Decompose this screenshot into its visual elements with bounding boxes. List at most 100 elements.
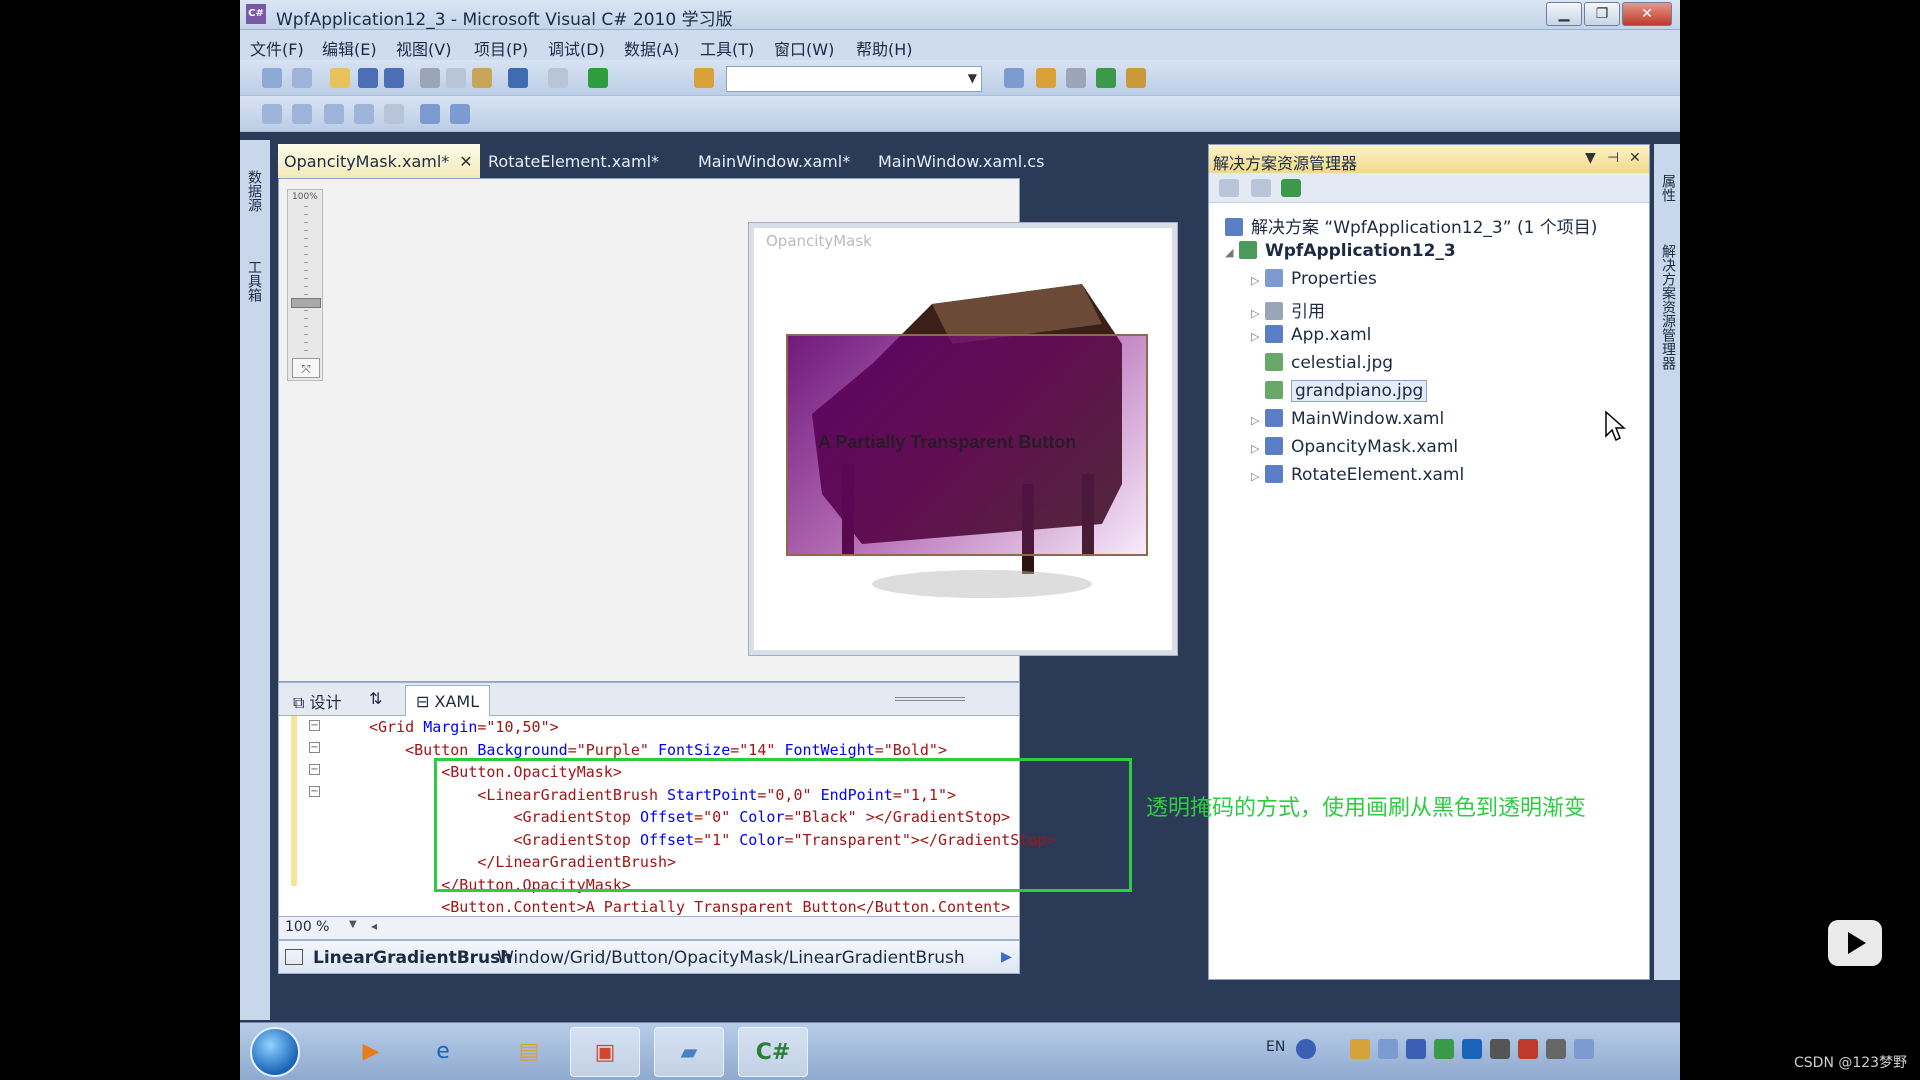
start-page-icon[interactable] xyxy=(1096,68,1116,88)
menu-tools[interactable]: 工具(T) xyxy=(700,36,754,60)
menu-project[interactable]: 项目(P) xyxy=(474,36,528,60)
tree-item-mainwindow[interactable]: ▷ MainWindow.xaml xyxy=(1251,409,1444,433)
speaker-icon[interactable] xyxy=(1574,1039,1594,1059)
solution-explorer-icon[interactable] xyxy=(1004,68,1024,88)
tree-item-references[interactable]: ▷ 引用 xyxy=(1251,297,1325,322)
tab-opancitymask[interactable]: OpancityMask.xaml* ✕ xyxy=(278,144,480,178)
code-line[interactable]: <Button.Content>A Partially Transparent … xyxy=(369,898,1010,916)
presentation-app-icon[interactable]: ▣ xyxy=(570,1027,640,1077)
text-size-icon[interactable] xyxy=(354,104,374,124)
tree-item-properties[interactable]: ▷ Properties xyxy=(1251,269,1377,293)
tree-item-rotateelement[interactable]: ▷ RotateElement.xaml xyxy=(1251,465,1464,489)
redo-icon[interactable] xyxy=(548,68,568,88)
design-surface[interactable]: 100% ⤧ OpancityMask A Partially Transpar… xyxy=(278,178,1177,682)
copy-icon[interactable] xyxy=(446,68,466,88)
align-icon[interactable] xyxy=(292,104,312,124)
tray-utility-icon[interactable] xyxy=(1490,1039,1510,1059)
cut-icon[interactable] xyxy=(420,68,440,88)
tray-app-icon[interactable] xyxy=(1350,1039,1370,1059)
solution-explorer-tab[interactable]: 解决方案资源管理器 xyxy=(1658,244,1678,370)
network-icon[interactable] xyxy=(1406,1039,1426,1059)
xaml-view-tab[interactable]: ⊟ XAML xyxy=(405,685,491,717)
notebook-app-icon[interactable]: ▰ xyxy=(654,1027,724,1077)
visual-csharp-icon[interactable]: C# xyxy=(738,1027,808,1077)
design-view-tab[interactable]: ⧉ 设计 xyxy=(293,689,342,713)
close-panel-icon[interactable]: ✕ xyxy=(1629,150,1641,166)
find-in-files-icon[interactable] xyxy=(694,68,714,88)
toolbox-tab[interactable]: 工具箱 xyxy=(244,260,264,302)
tree-item-opancitymask[interactable]: ▷ OpancityMask.xaml xyxy=(1251,437,1458,461)
menu-view[interactable]: 视图(V) xyxy=(396,36,451,60)
file-explorer-icon[interactable]: ▤ xyxy=(494,1027,564,1077)
bilibili-play-icon[interactable] xyxy=(1828,920,1882,966)
tree-item-grandpiano[interactable]: grandpiano.jpg xyxy=(1251,380,1428,405)
indent-icon[interactable] xyxy=(420,104,440,124)
properties-icon[interactable] xyxy=(1219,179,1239,197)
fit-to-window-icon[interactable]: ⤧ xyxy=(292,358,320,378)
wpf-window-preview[interactable]: OpancityMask A Partially Transparent But… xyxy=(749,223,1177,655)
save-icon[interactable] xyxy=(358,68,378,88)
help-icon[interactable] xyxy=(1296,1039,1316,1059)
tab-mainwindow-cs[interactable]: MainWindow.xaml.cs xyxy=(878,144,1044,178)
start-button[interactable] xyxy=(250,1027,300,1077)
show-all-files-icon[interactable] xyxy=(1251,179,1271,197)
start-debugging-icon[interactable] xyxy=(588,68,608,88)
expand-arrow-icon[interactable]: ▷ xyxy=(1251,274,1265,287)
tab-rotateelement[interactable]: RotateElement.xaml* xyxy=(488,144,668,178)
collapse-arrow-icon[interactable]: ◢ xyxy=(1225,246,1239,259)
project-node[interactable]: ◢ WpfApplication12_3 xyxy=(1225,241,1456,265)
menu-edit[interactable]: 编辑(E) xyxy=(322,36,377,60)
window-position-icon[interactable]: ▼ xyxy=(1585,150,1596,166)
add-item-icon[interactable] xyxy=(292,68,312,88)
properties-window-icon[interactable] xyxy=(1036,68,1056,88)
fold-icon[interactable]: − xyxy=(309,764,320,775)
select-icon[interactable] xyxy=(262,104,282,124)
internet-explorer-icon[interactable]: e xyxy=(408,1027,478,1077)
input-language[interactable]: EN xyxy=(1266,1039,1285,1055)
restore-button[interactable]: ❐ xyxy=(1584,2,1620,26)
save-all-icon[interactable] xyxy=(384,68,404,88)
pane-splitter[interactable] xyxy=(895,697,965,701)
tree-item-celestial[interactable]: celestial.jpg xyxy=(1251,353,1393,377)
element-path[interactable]: Window/Grid/Button/OpacityMask/LinearGra… xyxy=(497,948,965,968)
zoom-thumb[interactable] xyxy=(291,298,321,308)
menu-data[interactable]: 数据(A) xyxy=(624,36,679,60)
scroll-left-icon[interactable]: ◂ xyxy=(371,919,377,933)
layout-icon[interactable] xyxy=(384,104,404,124)
display-icon[interactable] xyxy=(1462,1039,1482,1059)
menu-window[interactable]: 窗口(W) xyxy=(774,36,834,60)
path-arrow-icon[interactable]: ▶ xyxy=(1001,949,1012,965)
minimize-button[interactable]: ▁ xyxy=(1546,2,1582,26)
undo-icon[interactable] xyxy=(508,68,528,88)
code-line[interactable]: <Button Background="Purple" FontSize="14… xyxy=(369,741,947,759)
swap-panes-button[interactable]: ⇅ xyxy=(369,689,382,708)
refresh-icon[interactable] xyxy=(1281,179,1301,197)
chevron-down-icon[interactable]: ▼ xyxy=(349,919,357,930)
expand-arrow-icon[interactable]: ▷ xyxy=(1251,307,1265,320)
data-sources-tab[interactable]: 数据源 xyxy=(244,170,264,212)
volume-icon[interactable] xyxy=(1378,1039,1398,1059)
fold-icon[interactable]: − xyxy=(309,742,320,753)
paste-icon[interactable] xyxy=(472,68,492,88)
find-combo[interactable]: ▼ xyxy=(726,66,982,92)
media-player-icon[interactable]: ▶ xyxy=(336,1027,406,1077)
fold-icon[interactable]: − xyxy=(309,720,320,731)
tab-mainwindow-xaml[interactable]: MainWindow.xaml* xyxy=(698,144,858,178)
menu-help[interactable]: 帮助(H) xyxy=(856,36,913,60)
zoom-slider[interactable]: 100% ⤧ xyxy=(287,189,323,381)
open-file-icon[interactable] xyxy=(330,68,350,88)
fold-icon[interactable]: − xyxy=(309,786,320,797)
current-element[interactable]: LinearGradientBrush xyxy=(313,948,512,968)
close-button[interactable]: ✕ xyxy=(1622,2,1672,26)
tree-item-app-xaml[interactable]: ▷ App.xaml xyxy=(1251,325,1371,349)
security-icon[interactable] xyxy=(1434,1039,1454,1059)
pointer-icon[interactable] xyxy=(324,104,344,124)
power-icon[interactable] xyxy=(1546,1039,1566,1059)
pin-icon[interactable]: ⊣ xyxy=(1607,150,1619,166)
expand-arrow-icon[interactable]: ▷ xyxy=(1251,414,1265,427)
new-project-icon[interactable] xyxy=(262,68,282,88)
code-line[interactable]: <Grid Margin="10,50"> xyxy=(369,718,559,736)
menu-file[interactable]: 文件(F) xyxy=(250,36,304,60)
solution-root[interactable]: 解决方案 “WpfApplication12_3” (1 个项目) xyxy=(1225,213,1597,238)
partially-transparent-button[interactable]: A Partially Transparent Button xyxy=(786,334,1148,556)
